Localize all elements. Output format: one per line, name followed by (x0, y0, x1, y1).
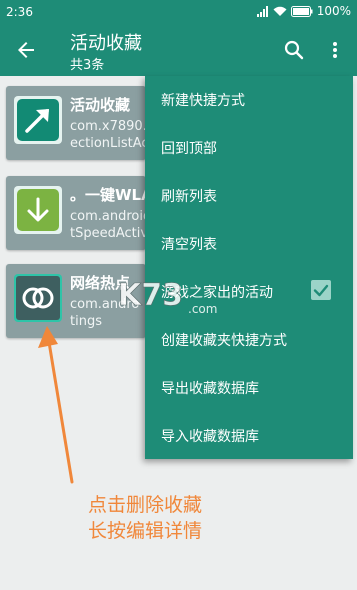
menu-item-label: 创建收藏夹快捷方式 (161, 333, 287, 349)
app-bar: 活动收藏 共3条 (0, 24, 357, 76)
menu-checkbox[interactable] (311, 280, 331, 300)
k73-watermark-logo: K73 .com (118, 278, 217, 316)
status-icons: 100% (256, 4, 351, 18)
favorite-card[interactable]: 活动收藏 com.x7890.s ectionListAc (6, 86, 146, 160)
card-package: com.x7890.s ectionListAc (70, 118, 146, 152)
menu-item-scroll-top[interactable]: 回到顶部 (145, 124, 353, 172)
card-package: com.android tSpeedActiv (70, 208, 146, 242)
download-icon (17, 189, 59, 231)
page-subtitle: 共3条 (70, 58, 105, 73)
card-icon-frame (14, 186, 62, 234)
card-icon-frame (14, 274, 62, 322)
annotation-text-line2: 长按编辑详情 (88, 520, 203, 542)
card-icon-frame (14, 96, 62, 144)
link-rings-icon (16, 276, 60, 320)
card-title: 活动收藏 (70, 96, 131, 114)
page-title: 活动收藏 (70, 33, 142, 54)
back-arrow-icon[interactable] (14, 38, 38, 62)
card-package-line2: tSpeedActiv (70, 226, 146, 241)
more-vert-icon[interactable] (327, 38, 343, 62)
menu-item-label: 刷新列表 (161, 189, 217, 205)
card-title: 。一键WLA (70, 186, 146, 204)
menu-item-import-db[interactable]: 导入收藏数据库 (145, 412, 353, 460)
status-time: 2:36 (6, 5, 33, 19)
wifi-icon (273, 6, 287, 16)
menu-item-label: 导入收藏数据库 (161, 429, 259, 445)
menu-item-export-db[interactable]: 导出收藏数据库 (145, 364, 353, 412)
menu-item-label: 回到顶部 (161, 141, 217, 157)
menu-item-create-folder-shortcut[interactable]: 创建收藏夹快捷方式 (145, 316, 353, 364)
card-package-line1: com.android (70, 209, 146, 224)
status-bar: 2:36 100% (0, 0, 357, 24)
battery-icon (290, 5, 313, 17)
favorite-card[interactable]: 。一键WLA com.android tSpeedActiv (6, 176, 146, 250)
search-icon[interactable] (282, 38, 306, 62)
card-package-line2: ectionListAc (70, 136, 146, 151)
annotation-text-line1: 点击删除收藏 (88, 494, 203, 516)
menu-item-new-shortcut[interactable]: 新建快捷方式 (145, 76, 353, 124)
menu-item-clear[interactable]: 清空列表 (145, 220, 353, 268)
checkmark-icon (313, 284, 329, 297)
share-arrow-icon (17, 99, 59, 141)
menu-item-label: 导出收藏数据库 (161, 381, 259, 397)
menu-item-label: 新建快捷方式 (161, 93, 245, 109)
svg-text:.com: .com (188, 302, 217, 316)
svg-text:K73: K73 (118, 278, 183, 313)
overflow-menu: 新建快捷方式 回到顶部 刷新列表 清空列表 游戏之家出的活动 创建收藏夹快捷方式… (145, 76, 353, 459)
battery-percent: 100% (316, 4, 351, 18)
menu-item-label: 清空列表 (161, 237, 217, 253)
menu-item-refresh[interactable]: 刷新列表 (145, 172, 353, 220)
signal-icon (256, 5, 268, 17)
card-package-line1: com.x7890.s (70, 119, 146, 134)
